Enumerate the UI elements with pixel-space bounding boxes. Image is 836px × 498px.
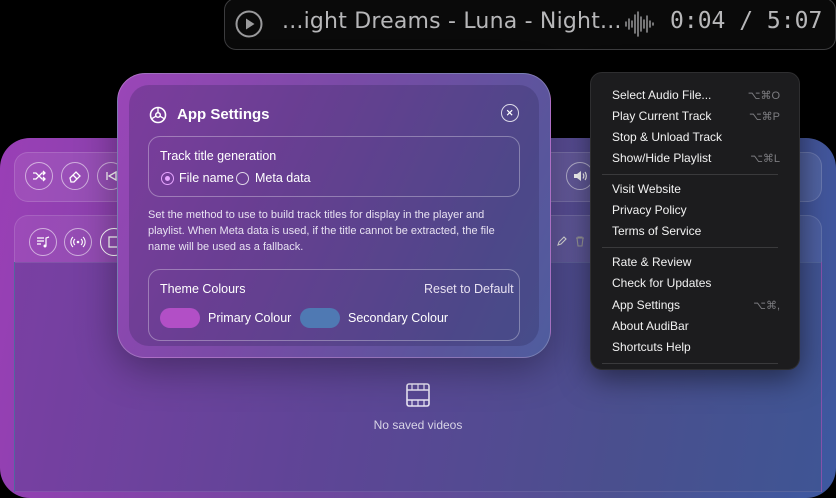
menu-item-stop-unload-track[interactable]: Stop & Unload Track	[612, 130, 722, 144]
close-button[interactable]	[501, 104, 519, 122]
menu-separator	[602, 174, 778, 175]
radio-meta-data[interactable]	[236, 172, 249, 185]
dialog-title: App Settings	[177, 106, 270, 123]
track-title: ...ight Dreams - Luna - Night...	[282, 9, 622, 34]
menu-shortcut: ⌥⌘O	[747, 90, 780, 102]
playback-time: 0:04 / 5:07	[670, 8, 823, 34]
reset-default-button[interactable]: Reset to Default	[424, 282, 514, 296]
eraser-button[interactable]	[61, 162, 89, 190]
menu-item-shortcuts-help[interactable]: Shortcuts Help	[612, 340, 691, 354]
menu-shortcut: ⌥⌘L	[750, 153, 780, 165]
radio-file-name-label[interactable]: File name	[179, 171, 234, 185]
primary-colour-swatch[interactable]	[160, 308, 200, 328]
radio-stream-button[interactable]	[64, 228, 92, 256]
menu-item-terms-of-service[interactable]: Terms of Service	[612, 224, 701, 238]
track-title-description: Set the method to use to build track tit…	[148, 209, 495, 253]
trash-icon[interactable]	[574, 235, 586, 247]
menu-separator	[602, 363, 778, 364]
film-icon	[404, 381, 432, 409]
menu-item-visit-website[interactable]: Visit Website	[612, 182, 681, 196]
waveform-icon	[623, 10, 655, 38]
menu-item-show-hide-playlist[interactable]: Show/Hide Playlist	[612, 151, 711, 165]
menu-separator	[602, 247, 778, 248]
secondary-colour-label: Secondary Colour	[348, 311, 449, 325]
radio-file-name[interactable]	[161, 172, 174, 185]
menu-item-play-current-track[interactable]: Play Current Track	[612, 109, 711, 123]
primary-colour-label: Primary Colour	[208, 311, 292, 325]
menu-item-select-audio-file[interactable]: Select Audio File...	[612, 88, 711, 102]
track-title-group	[148, 136, 520, 197]
empty-state-text: No saved videos	[373, 418, 463, 432]
menu-shortcut: ⌥⌘P	[748, 111, 780, 123]
theme-colours-heading: Theme Colours	[160, 282, 246, 296]
menu-item-check-for-updates[interactable]: Check for Updates	[612, 276, 711, 290]
menu-item-rate-review[interactable]: Rate & Review	[612, 255, 691, 269]
menu-shortcut: ⌥⌘,	[753, 300, 780, 312]
edit-icon[interactable]	[556, 235, 568, 247]
secondary-colour-swatch[interactable]	[300, 308, 340, 328]
theme-colours-group	[148, 269, 520, 341]
gear-icon	[148, 105, 168, 125]
music-list-button[interactable]	[29, 228, 57, 256]
play-icon[interactable]	[235, 10, 263, 38]
now-playing-bar: ...ight Dreams - Luna - Night... 0:04 / …	[224, 0, 836, 50]
menu-item-privacy-policy[interactable]: Privacy Policy	[612, 203, 687, 217]
shuffle-button[interactable]	[25, 162, 53, 190]
track-title-heading: Track title generation	[160, 149, 277, 163]
radio-meta-data-label[interactable]: Meta data	[255, 171, 311, 185]
menu-item-app-settings[interactable]: App Settings	[612, 298, 680, 312]
menu-item-about-audibar[interactable]: About AudiBar	[612, 319, 689, 333]
